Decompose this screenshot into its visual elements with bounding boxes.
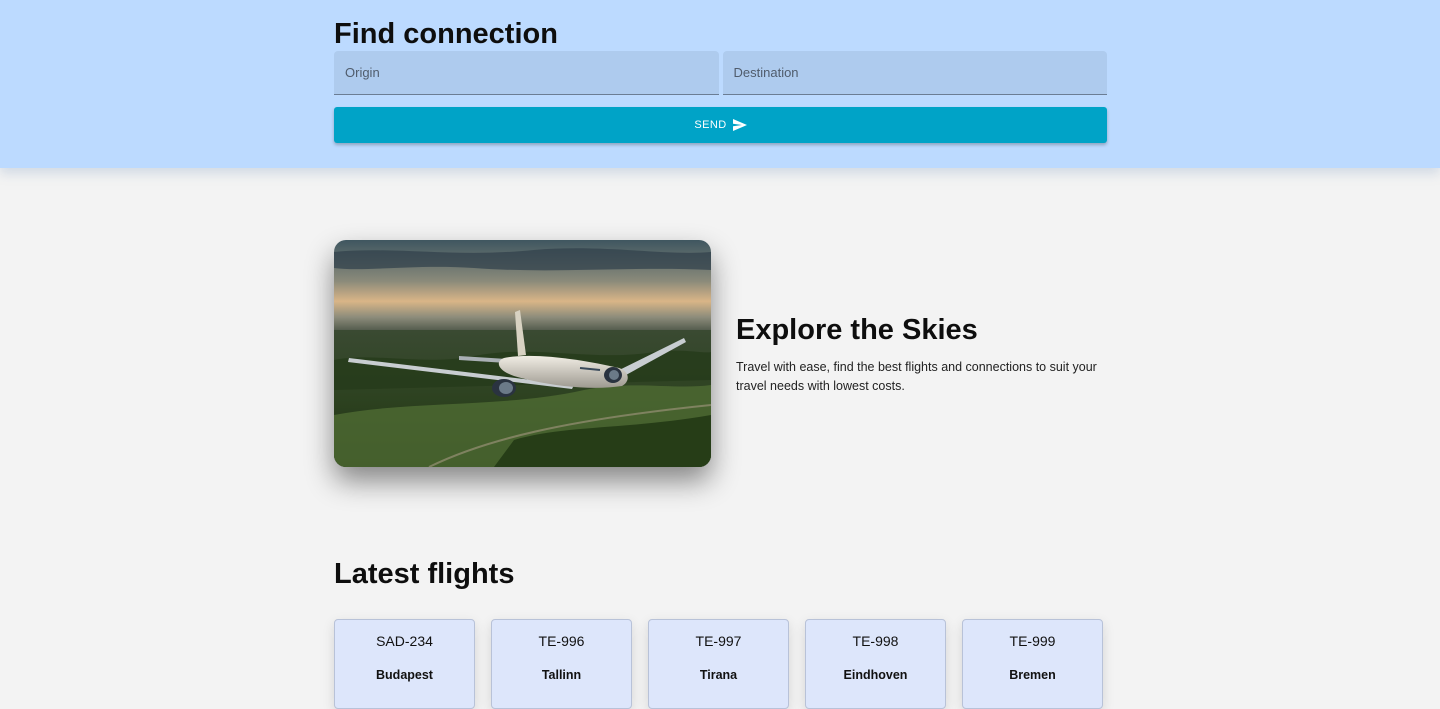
search-form: Find connection SEND xyxy=(334,16,1107,143)
flight-code: TE-999 xyxy=(1009,633,1056,649)
flight-card[interactable]: TE-999 Bremen xyxy=(962,619,1103,709)
latest-flights-list: SAD-234 Budapest TE-996 Tallinn TE-997 T… xyxy=(334,619,1107,709)
flight-card[interactable]: TE-997 Tirana xyxy=(648,619,789,709)
flight-city: Budapest xyxy=(376,668,433,682)
flight-code: SAD-234 xyxy=(376,633,433,649)
latest-flights-title: Latest flights xyxy=(334,558,515,590)
flight-code: TE-996 xyxy=(538,633,585,649)
origin-input[interactable] xyxy=(343,64,710,81)
send-button[interactable]: SEND xyxy=(334,107,1107,143)
flight-city: Bremen xyxy=(1009,668,1056,682)
hero-text: Explore the Skies Travel with ease, find… xyxy=(736,312,1106,396)
hero-description: Travel with ease, find the best flights … xyxy=(736,360,1097,393)
hero-image xyxy=(334,240,711,467)
flight-card[interactable]: TE-998 Eindhoven xyxy=(805,619,946,709)
origin-field[interactable] xyxy=(334,51,719,95)
flight-city: Tallinn xyxy=(541,668,582,682)
destination-input[interactable] xyxy=(731,64,1098,81)
flight-city: Tirana xyxy=(699,668,738,682)
send-icon xyxy=(732,119,747,131)
flight-code: TE-998 xyxy=(852,633,899,649)
search-fields xyxy=(334,51,1107,95)
hero-title: Explore the Skies xyxy=(736,314,978,346)
airplane-over-forest-image xyxy=(334,240,711,467)
flight-card[interactable]: TE-996 Tallinn xyxy=(491,619,632,709)
destination-field[interactable] xyxy=(722,51,1107,95)
flight-card[interactable]: SAD-234 Budapest xyxy=(334,619,475,709)
flight-city: Eindhoven xyxy=(843,668,908,682)
search-header: Find connection SEND xyxy=(0,0,1440,168)
flight-code: TE-997 xyxy=(695,633,742,649)
send-button-label: SEND xyxy=(694,119,727,131)
search-title: Find connection xyxy=(334,18,558,50)
